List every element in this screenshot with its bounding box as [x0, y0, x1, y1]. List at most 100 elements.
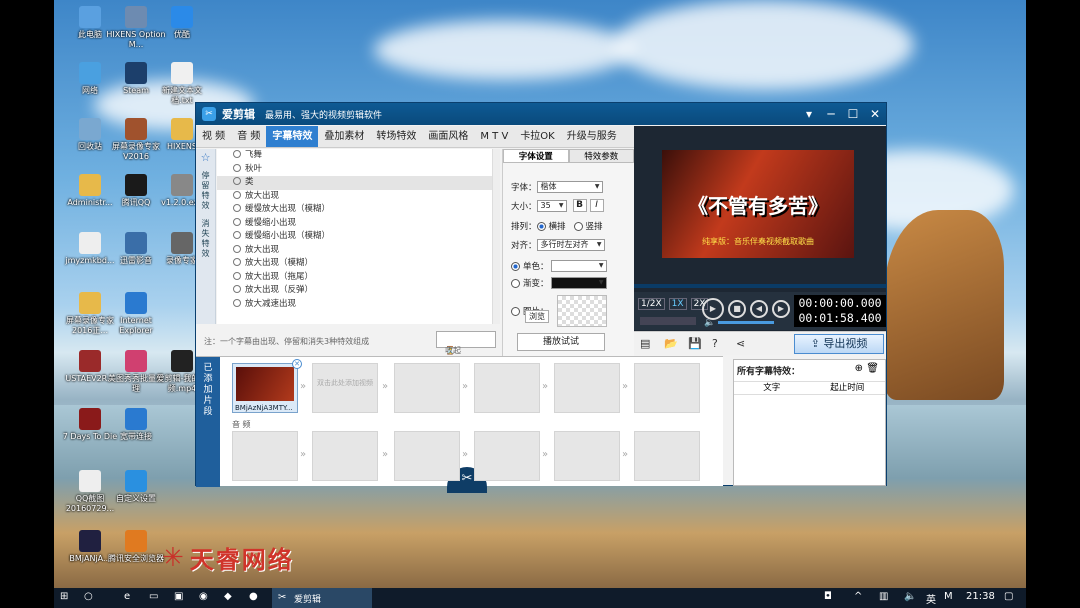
video-slot[interactable]	[394, 363, 460, 413]
effect-radio[interactable]	[233, 150, 241, 158]
zoom-half[interactable]: 1/2X	[638, 298, 665, 310]
volume-slider[interactable]	[718, 321, 774, 324]
start-icon[interactable]: ⊞	[60, 591, 68, 602]
effect-radio[interactable]	[233, 163, 241, 172]
edge-icon[interactable]: e	[124, 591, 130, 602]
tab-1[interactable]: 音 频	[231, 126, 266, 147]
audio-slot[interactable]	[634, 431, 700, 481]
save-frame-icon[interactable]: ▤	[640, 337, 650, 350]
ime-label[interactable]: 英	[926, 591, 936, 606]
effect-radio[interactable]	[233, 231, 241, 239]
effect-item[interactable]: 缓慢放大出现（模糊）	[217, 203, 492, 217]
volume-tray-icon[interactable]: 🔈	[904, 591, 916, 602]
star-icon[interactable]: ☆	[196, 149, 215, 167]
effect-item[interactable]: 缓慢缩小出现	[217, 217, 492, 231]
solid-color-select[interactable]	[550, 260, 607, 272]
effect-radio[interactable]	[233, 190, 241, 199]
delete-icon[interactable]: 🗑	[866, 363, 879, 374]
align-select[interactable]: 多行时左对齐	[536, 239, 605, 251]
search-icon[interactable]: ○	[84, 591, 93, 602]
next-frame-icon[interactable]: ▶	[772, 300, 790, 318]
tab-4[interactable]: 转场特效	[370, 126, 422, 147]
effect-item[interactable]: 秋叶	[217, 163, 492, 177]
maximize-button[interactable]: ☐	[842, 107, 864, 121]
effect-radio[interactable]	[233, 204, 241, 212]
add-subtitle-icon[interactable]: ⊕	[855, 363, 863, 374]
video-slot[interactable]	[554, 363, 620, 413]
effect-item[interactable]: 放大出现（拖尾）	[217, 271, 492, 285]
effect-radio[interactable]	[233, 298, 241, 307]
clip-close-icon[interactable]: ✕	[292, 359, 302, 369]
desktop-icon[interactable]: 优酷	[152, 6, 212, 40]
open-folder-icon[interactable]: 📂	[664, 337, 678, 350]
close-button[interactable]: ✕	[864, 107, 886, 121]
effect-item[interactable]: 放大出现	[217, 190, 492, 204]
explorer-icon[interactable]: ▭	[149, 591, 158, 602]
stop-icon[interactable]: ■	[728, 300, 746, 318]
size-input[interactable]: 35	[536, 199, 567, 212]
help-icon[interactable]: ?	[712, 337, 718, 350]
effect-item[interactable]: 放大出现（模糊）	[217, 257, 492, 271]
italic-button[interactable]: I	[589, 199, 604, 212]
effect-item[interactable]: 放大出现	[217, 244, 492, 258]
effect-item[interactable]: 类	[217, 176, 492, 190]
gradient-radio[interactable]	[511, 278, 520, 288]
export-video-button[interactable]: ⇪ 导出视频	[794, 334, 884, 354]
effect-item[interactable]: 飞舞	[217, 149, 492, 163]
tab-2[interactable]: 字幕特效	[266, 126, 319, 147]
audio-slot[interactable]	[474, 431, 540, 481]
network-tray-icon[interactable]: ▥	[879, 591, 888, 602]
taskbar-app-aijianji[interactable]: ✂ 爱剪辑	[272, 588, 372, 608]
tab-effect-params[interactable]: 特效参数	[568, 149, 634, 163]
side-tab-stay[interactable]: 停留特效	[201, 167, 211, 215]
tab-0[interactable]: 视 频	[196, 126, 231, 147]
tab-6[interactable]: M T V	[474, 126, 514, 147]
gradient-select[interactable]	[550, 277, 607, 289]
notification-icon[interactable]: ▢	[1004, 591, 1013, 602]
desktop-icon[interactable]: USTAEV2R...	[60, 350, 120, 384]
browse-button[interactable]: 浏览	[525, 310, 549, 323]
tab-3[interactable]: 叠加素材	[318, 126, 370, 147]
steam-taskbar-icon[interactable]: ◉	[199, 591, 208, 602]
bold-button[interactable]: B	[572, 199, 587, 212]
share-icon[interactable]: ⋖	[736, 337, 745, 350]
image-fill-radio[interactable]	[511, 306, 520, 316]
desktop-icon[interactable]: Internet Explorer	[106, 292, 166, 336]
effect-list-scrollbar[interactable]	[492, 149, 500, 324]
tray-chevron-icon[interactable]: ^	[854, 591, 862, 602]
video-preview[interactable]: 《不管有多苦》 纯享版：音乐伴奏视频截取歌曲	[662, 150, 854, 258]
audio-slot[interactable]	[394, 431, 460, 481]
add-video-slot[interactable]: 双击此处添加视频	[312, 363, 378, 413]
solid-color-radio[interactable]	[511, 261, 520, 271]
arrange-vertical-radio[interactable]	[573, 221, 583, 231]
effect-item[interactable]: 放大减速出现	[217, 298, 492, 312]
speed-slider[interactable]	[640, 317, 696, 325]
minimize-button[interactable]: ─	[820, 107, 842, 121]
audio-slot[interactable]	[232, 431, 298, 481]
video-slot[interactable]	[634, 363, 700, 413]
app-pin-icon[interactable]: ▣	[174, 591, 183, 602]
game-taskbar-icon[interactable]: ◆	[224, 591, 232, 602]
preview-button[interactable]: 播放试试	[517, 333, 605, 351]
tray-icon[interactable]: ◘	[824, 591, 832, 602]
audio-slot[interactable]	[312, 431, 378, 481]
menu-icon[interactable]: ▾	[798, 107, 820, 121]
effect-item[interactable]: 缓慢缩小出现（模糊）	[217, 230, 492, 244]
tab-7[interactable]: 卡拉OK	[514, 126, 560, 147]
effect-radio[interactable]	[233, 217, 241, 226]
tab-font-settings[interactable]: 字体设置	[503, 149, 569, 163]
play-icon[interactable]: ▶	[702, 298, 724, 320]
desktop-icon[interactable]: 自定义设置	[106, 470, 166, 504]
player-taskbar-icon[interactable]: ●	[249, 591, 258, 602]
arrange-horizontal-radio[interactable]	[536, 221, 546, 231]
tab-8[interactable]: 升级与服务	[561, 126, 623, 147]
save-icon[interactable]: 💾	[688, 337, 702, 350]
effect-radio[interactable]	[233, 271, 241, 280]
side-tab-disappear[interactable]: 消失特效	[201, 215, 211, 263]
audio-slot[interactable]	[554, 431, 620, 481]
desktop-icon[interactable]: 腾讯安全浏览器	[106, 530, 166, 564]
clock[interactable]: 21:38	[966, 591, 995, 602]
zoom-1x[interactable]: 1X	[668, 298, 687, 310]
desktop-icon[interactable]: 宽带连接	[106, 408, 166, 442]
video-slot[interactable]	[474, 363, 540, 413]
